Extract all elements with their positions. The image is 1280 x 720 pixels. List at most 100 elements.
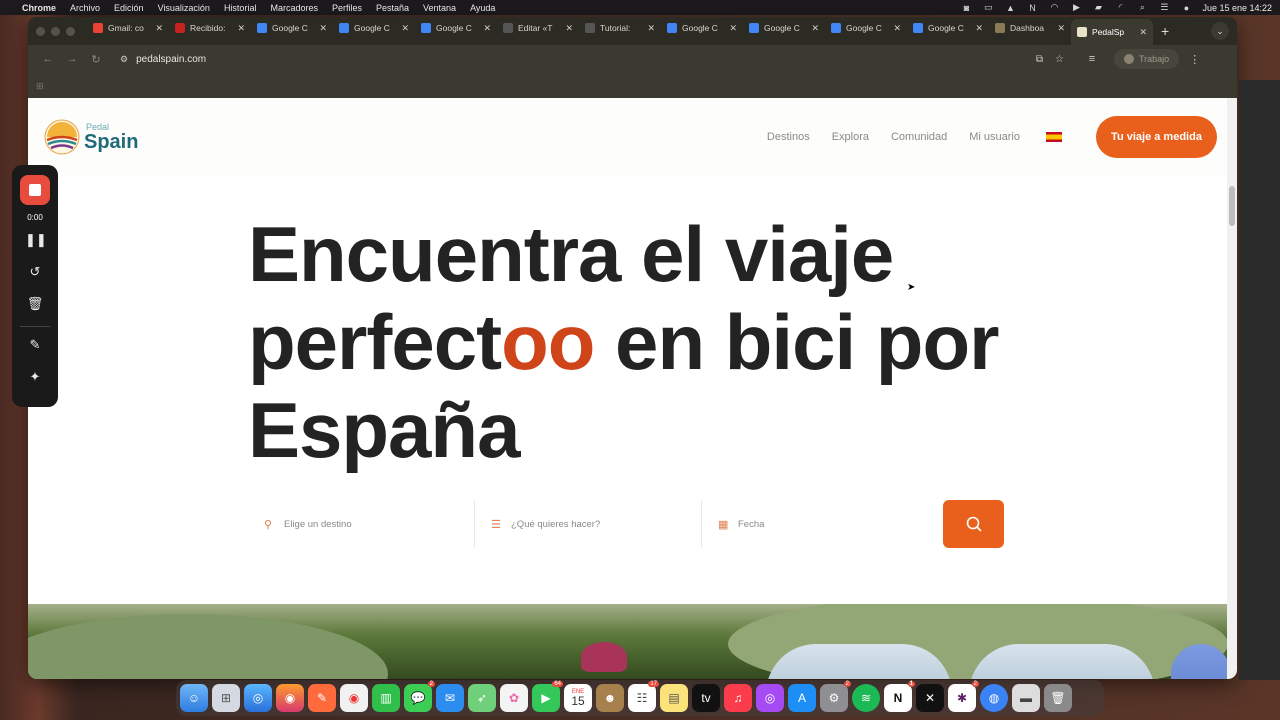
tab-12[interactable]: PedalSp ✕ [1071,19,1153,45]
back-arrow-icon[interactable]: ← [36,53,60,65]
close-tab-icon[interactable]: ✕ [1057,23,1065,34]
close-tab-icon[interactable]: ✕ [1139,27,1147,38]
numbers-icon[interactable]: ▥ [372,684,400,712]
menu-marcadores[interactable]: Marcadores [270,3,318,13]
tab-8[interactable]: Google C ✕ [743,17,825,39]
reload-icon[interactable]: ↻ [84,53,108,66]
bookmark-star-icon[interactable]: ☆ [1055,54,1064,65]
keyboard-icon[interactable]: ▬ [1012,684,1040,712]
reminders-icon[interactable]: ☷ 17 [628,681,659,712]
nav-destinos[interactable]: Destinos [767,131,810,143]
vpn-icon[interactable]: ▲ [1004,3,1016,13]
close-tab-icon[interactable]: ✕ [975,23,983,34]
close-tab-icon[interactable]: ✕ [237,23,245,34]
destination-card[interactable] [766,644,952,679]
destination-card[interactable] [969,644,1155,679]
spotify-icon[interactable]: ≋ [852,684,880,712]
firefox-icon[interactable]: ◉ [276,684,304,712]
music-icon[interactable]: ♫ [724,684,752,712]
notion-tray-icon[interactable]: N [1026,3,1038,13]
nav-mi-usuario[interactable]: Mi usuario [969,131,1020,143]
close-tab-icon[interactable]: ✕ [483,23,491,34]
launchpad-icon[interactable]: ⊞ [212,684,240,712]
play-icon[interactable]: ▶ [1070,2,1082,12]
draw-pen-icon[interactable]: ✎ [25,337,45,353]
maps-icon[interactable]: ➶ [468,684,496,712]
pause-icon[interactable]: ❚❚ [25,232,47,248]
close-tab-icon[interactable]: ✕ [811,23,819,34]
close-tab-icon[interactable]: ✕ [319,23,327,34]
menu-historial[interactable]: Historial [224,3,257,13]
menu-archivo[interactable]: Archivo [70,3,100,13]
trash-bin-icon[interactable]: 🗑 [1044,684,1072,712]
translate-icon[interactable]: ⧉ [1036,54,1043,65]
custom-trip-button[interactable]: Tu viaje a medida [1096,116,1217,158]
battery-icon[interactable]: ▰ [1092,2,1104,12]
site-logo[interactable]: Pedal Spain [44,119,138,155]
close-tab-icon[interactable]: ✕ [729,23,737,34]
screenshot-icon[interactable]: ◙ [960,3,972,13]
menu-visualizacion[interactable]: Visualización [158,3,210,13]
notion-icon[interactable]: N1 [884,681,915,712]
apps-grid-icon[interactable]: ⊞ [36,81,44,92]
menu-perfiles[interactable]: Perfiles [332,3,362,13]
address-bar[interactable]: ⚙ pedalspain.com ⧉ ☆ [112,49,1072,69]
slack-icon[interactable]: ✱ 2 [948,681,979,712]
close-tab-icon[interactable]: ✕ [565,23,573,34]
new-tab-button[interactable]: + [1161,23,1169,39]
reading-list-icon[interactable]: ≡ [1080,53,1104,65]
tab-7[interactable]: Google C ✕ [661,17,743,39]
effects-icon[interactable]: ✦ [25,369,45,385]
page-scrollbar[interactable] [1227,98,1237,679]
menu-app-name[interactable]: Chrome [22,3,56,13]
tab-1[interactable]: Recibido: ✕ [169,17,251,39]
messages-icon[interactable]: 💬 2 [404,681,435,712]
tab-0[interactable]: Gmail: co ✕ [87,17,169,39]
clock[interactable]: Jue 15 ene 14:22 [1202,3,1272,13]
chrome-menu-icon[interactable]: ⋮ [1189,53,1200,66]
facetime-icon[interactable]: ▶ 64 [532,681,563,712]
site-info-icon[interactable]: ⚙ [120,54,128,65]
calendar-icon[interactable]: ENE 15 [564,684,592,712]
tab-11[interactable]: Dashboa ✕ [989,17,1071,39]
url-text[interactable]: pedalspain.com [136,54,206,65]
mail-icon[interactable]: ✉ [436,684,464,712]
nav-explora[interactable]: Explora [832,131,869,143]
activity-field[interactable]: ☰ ¿Qué quieres hacer? [475,500,702,548]
tab-10[interactable]: Google C ✕ [907,17,989,39]
pencil-app-icon[interactable]: ✎ [308,684,336,712]
safari-icon[interactable]: ◎ [244,684,272,712]
profile-button[interactable]: Trabajo [1114,49,1180,69]
headphones-icon[interactable]: ◠ [1048,2,1060,12]
globe-icon[interactable]: ◍ [980,684,1008,712]
restart-icon[interactable]: ↺ [25,264,45,280]
trash-icon[interactable]: 🗑 [25,296,45,312]
menu-ayuda[interactable]: Ayuda [470,3,495,13]
siri-icon[interactable]: ● [1180,3,1192,13]
control-center-icon[interactable]: ☰ [1158,2,1170,12]
finder-icon[interactable]: ☺ [180,684,208,712]
tab-3[interactable]: Google C ✕ [333,17,415,39]
system-settings-icon[interactable]: ⚙ 2 [820,681,851,712]
app-store-icon[interactable]: A [788,684,816,712]
contacts-icon[interactable]: ☻ [596,684,624,712]
minimize-window-button[interactable] [51,26,60,36]
search-button[interactable] [943,500,1004,548]
menu-pestana[interactable]: Pestaña [376,3,409,13]
spain-flag-icon[interactable] [1046,132,1062,142]
stop-recording-button[interactable] [20,175,50,205]
menu-edicion[interactable]: Edición [114,3,144,13]
tab-9[interactable]: Google C ✕ [825,17,907,39]
tab-search-button[interactable]: ⌄ [1211,22,1229,40]
zoom-window-button[interactable] [66,26,75,36]
photos-icon[interactable]: ✿ [500,684,528,712]
nav-comunidad[interactable]: Comunidad [891,131,947,143]
scroll-thumb[interactable] [1229,186,1235,226]
tab-6[interactable]: Tutorial: ✕ [579,17,661,39]
capcut-icon[interactable]: ✕ [916,684,944,712]
apple-tv-icon[interactable]: tv [692,684,720,712]
podcasts-icon[interactable]: ◎ [756,684,784,712]
date-field[interactable]: ▦ Fecha [702,500,929,548]
chrome-icon[interactable]: ◉ [340,684,368,712]
close-tab-icon[interactable]: ✕ [155,23,163,34]
